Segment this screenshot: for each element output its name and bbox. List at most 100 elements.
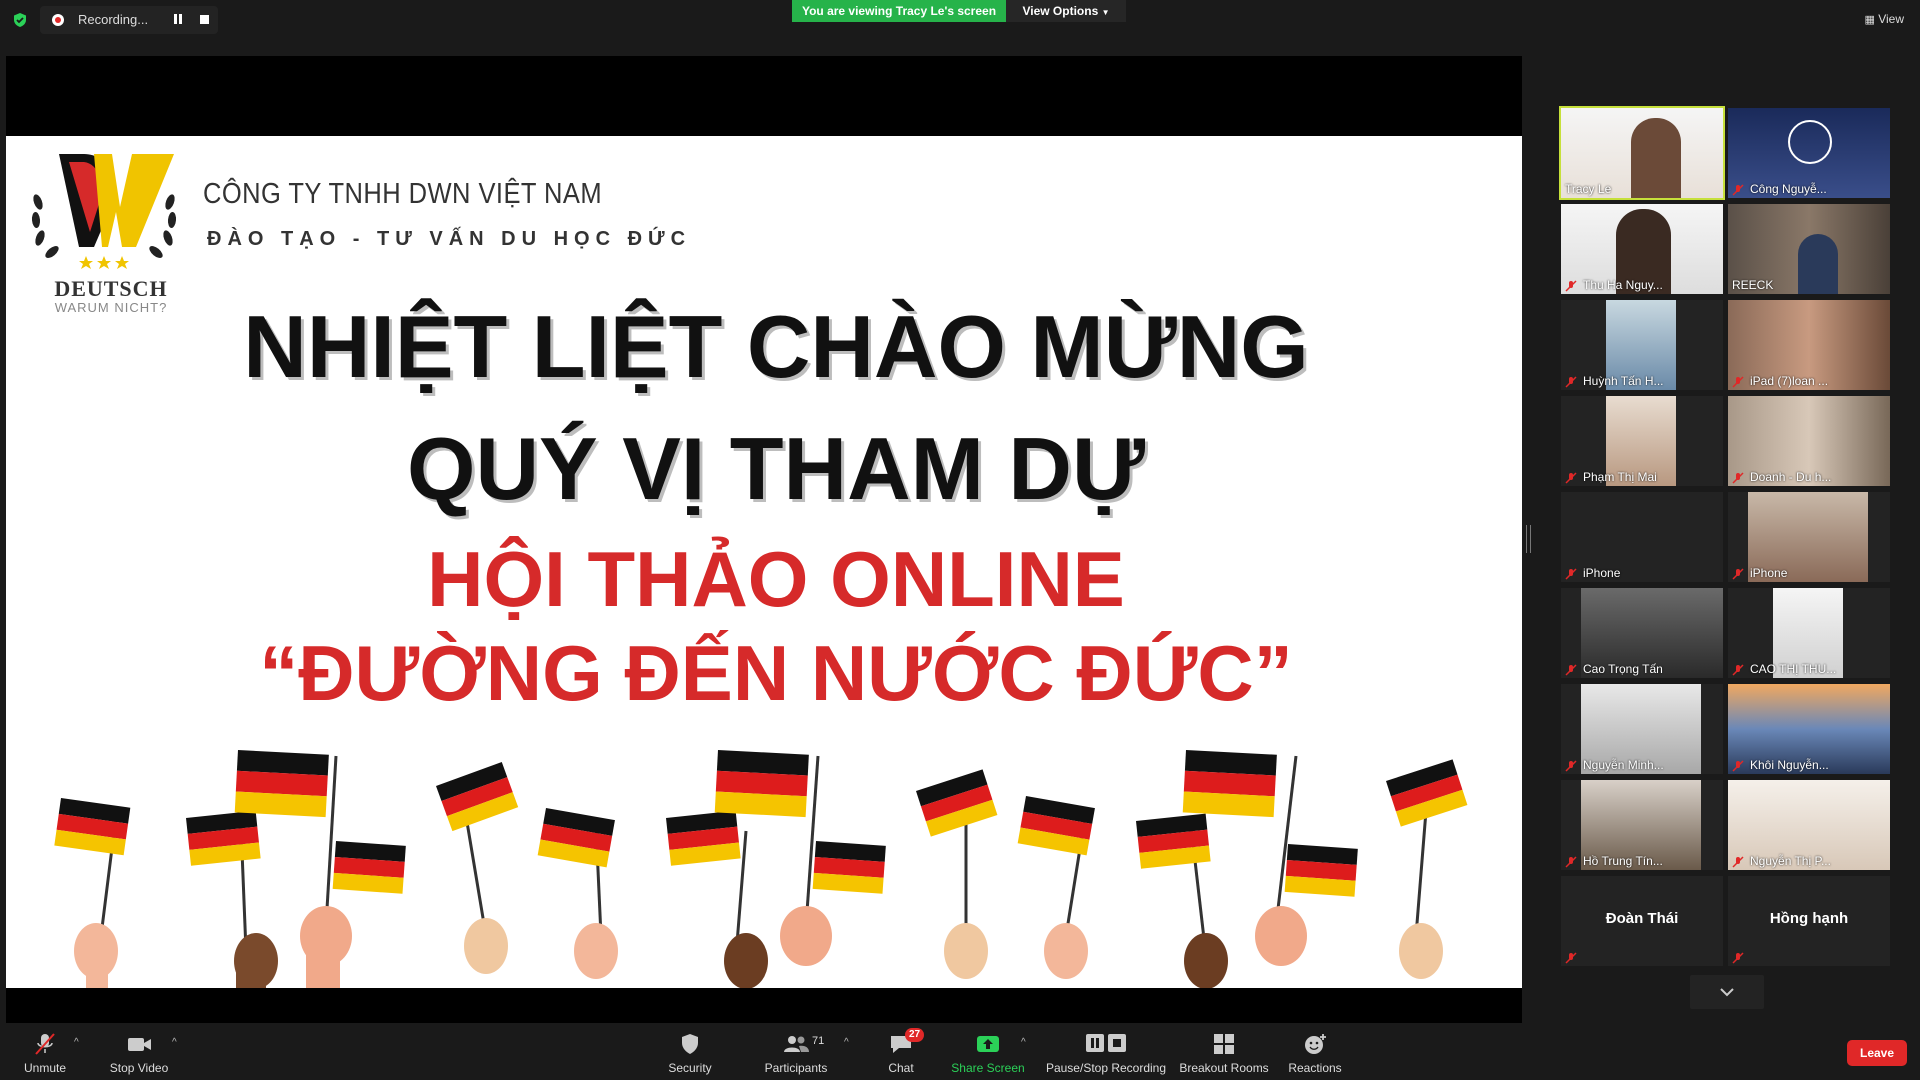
breakout-rooms-icon — [1214, 1034, 1234, 1054]
participant-name: iPhone — [1750, 566, 1788, 580]
view-options-button[interactable]: View Options ▼ — [1006, 0, 1126, 22]
participant-tile[interactable]: Công Nguyễ... — [1728, 108, 1890, 198]
company-name: CÔNG TY TNHH DWN VIỆT NAM — [203, 178, 603, 210]
slide-title-line-1: NHIỆT LIỆT CHÀO MỪNG — [243, 297, 1309, 396]
participant-name: Huỳnh Tấn H... — [1583, 374, 1664, 388]
mic-muted-icon — [1565, 759, 1577, 772]
stop-recording-icon[interactable] — [200, 15, 209, 24]
chat-button[interactable]: 27 Chat — [870, 1023, 932, 1080]
participants-count: 71 — [812, 1035, 825, 1047]
company-tagline: ĐÀO TẠO - TƯ VẤN DU HỌC ĐỨC — [207, 228, 692, 250]
video-camera-icon — [128, 1038, 151, 1051]
participant-tile[interactable]: Hồng hạnh — [1728, 876, 1890, 966]
slide-title-line-3: HỘI THẢO ONLINE — [427, 535, 1125, 623]
breakout-rooms-button[interactable]: Breakout Rooms — [1178, 1023, 1270, 1080]
participant-name: Doanh - Du h... — [1750, 470, 1832, 484]
participant-tile[interactable]: Hồ Trung Tín... — [1561, 780, 1723, 870]
participant-tile[interactable]: iPhone — [1728, 492, 1890, 582]
participants-options-caret[interactable]: ^ — [844, 1037, 849, 1048]
slide-title-line-4: “ĐƯỜNG ĐẾN NƯỚC ĐỨC” — [259, 629, 1293, 717]
shield-icon — [682, 1034, 698, 1054]
participant-name: Hồng hạnh — [1769, 910, 1849, 927]
participant-tile[interactable]: CAO THỊ THU... — [1728, 588, 1890, 678]
mic-muted-icon — [1732, 855, 1744, 868]
participant-tile[interactable]: Nguyễn Thị P... — [1728, 780, 1890, 870]
audio-options-caret[interactable]: ^ — [74, 1037, 79, 1048]
shared-screen: DEUTSCH WARUM NICHT? CÔNG TY TNHH DWN VI… — [6, 56, 1522, 1023]
participant-tile[interactable]: iPhone — [1561, 492, 1723, 582]
participant-name: Hồ Trung Tín... — [1583, 854, 1663, 868]
participant-tile[interactable]: iPad (7)loan ... — [1728, 300, 1890, 390]
participant-tile[interactable]: Đoàn Thái — [1561, 876, 1723, 966]
mic-muted-icon — [1565, 663, 1577, 676]
mic-muted-icon — [1565, 471, 1577, 484]
participant-name: Tracy Le — [1565, 182, 1612, 196]
mic-muted-icon — [1565, 375, 1577, 388]
dwn-logo-icon — [31, 154, 177, 269]
participant-name: REECK — [1732, 278, 1774, 292]
participant-name: Phạm Thị Mai — [1583, 470, 1657, 484]
unmute-label: Unmute — [23, 1061, 67, 1075]
participant-name: iPad (7)loan ... — [1750, 374, 1829, 388]
gallery-next-page-button[interactable] — [1690, 975, 1764, 1009]
reactions-button[interactable]: Reactions — [1282, 1023, 1348, 1080]
participant-tile[interactable]: Huỳnh Tấn H... — [1561, 300, 1723, 390]
mic-muted-icon — [1565, 951, 1577, 964]
viewing-screen-banner: You are viewing Tracy Le's screen — [792, 0, 1006, 22]
mic-muted-icon — [1565, 855, 1577, 868]
reactions-label: Reactions — [1288, 1061, 1342, 1075]
recording-dot-icon — [52, 14, 64, 26]
grid-icon: ▦ — [1864, 14, 1875, 26]
participant-name: CAO THỊ THU... — [1750, 662, 1837, 676]
participant-name: Khôi Nguyễn... — [1750, 758, 1829, 772]
participant-tile[interactable]: Khôi Nguyễn... — [1728, 684, 1890, 774]
participant-name: iPhone — [1583, 566, 1621, 580]
participant-tile[interactable]: Tracy Le — [1559, 106, 1725, 200]
chat-unread-badge: 27 — [905, 1028, 925, 1042]
participants-icon — [784, 1036, 809, 1052]
mic-muted-icon — [1732, 471, 1744, 484]
presentation-slide: DEUTSCH WARUM NICHT? CÔNG TY TNHH DWN VI… — [6, 136, 1522, 988]
microphone-muted-icon — [35, 1033, 55, 1055]
chevron-down-icon — [1720, 988, 1734, 997]
mic-muted-icon — [1732, 759, 1744, 772]
stop-video-label: Stop Video — [109, 1061, 169, 1075]
share-screen-label: Share Screen — [951, 1061, 1025, 1075]
participant-name: Thu Ha Nguy... — [1583, 278, 1663, 292]
mic-muted-icon — [1732, 951, 1744, 964]
mic-muted-icon — [1565, 567, 1577, 580]
chevron-down-icon: ▼ — [1101, 8, 1110, 17]
pause-stop-recording-label: Pause/Stop Recording — [1045, 1061, 1167, 1075]
pause-stop-icon — [1086, 1034, 1126, 1052]
participants-button[interactable]: 71 Participants — [755, 1023, 837, 1080]
mic-muted-icon — [1732, 567, 1744, 580]
unmute-button[interactable]: Unmute — [10, 1023, 80, 1080]
participant-name: Công Nguyễ... — [1750, 182, 1827, 196]
german-flags-illustration — [54, 750, 1468, 988]
shield-icon[interactable] — [12, 12, 28, 28]
participant-name: Nguyễn Thị P... — [1750, 854, 1831, 868]
leave-button[interactable]: Leave — [1847, 1040, 1907, 1066]
smiley-plus-icon — [1305, 1034, 1326, 1054]
pause-recording-icon[interactable] — [173, 14, 183, 25]
participant-tile[interactable]: Cao Trọng Tấn — [1561, 588, 1723, 678]
breakout-rooms-label: Breakout Rooms — [1179, 1061, 1269, 1075]
share-screen-button[interactable]: Share Screen — [948, 1023, 1028, 1080]
share-screen-icon — [977, 1036, 999, 1052]
participant-tile[interactable]: Phạm Thị Mai — [1561, 396, 1723, 486]
participants-label: Participants — [764, 1061, 828, 1075]
stop-video-button[interactable]: Stop Video — [100, 1023, 178, 1080]
security-button[interactable]: Security — [660, 1023, 720, 1080]
security-label: Security — [668, 1061, 712, 1075]
participant-tile[interactable]: Doanh - Du h... — [1728, 396, 1890, 486]
share-options-caret[interactable]: ^ — [1021, 1037, 1026, 1048]
participant-name: Cao Trọng Tấn — [1583, 662, 1663, 676]
participant-tile[interactable]: Thu Ha Nguy... — [1561, 204, 1723, 294]
pause-stop-recording-button[interactable]: Pause/Stop Recording — [1044, 1023, 1168, 1080]
slide-title-line-2: QUÝ VỊ THAM DỰ — [407, 419, 1145, 518]
video-options-caret[interactable]: ^ — [172, 1037, 177, 1048]
participant-tile[interactable]: REECK — [1728, 204, 1890, 294]
panel-resize-handle[interactable] — [1526, 525, 1531, 553]
participant-tile[interactable]: Nguyễn Minh... — [1561, 684, 1723, 774]
view-button[interactable]: ▦ View — [1864, 12, 1904, 26]
